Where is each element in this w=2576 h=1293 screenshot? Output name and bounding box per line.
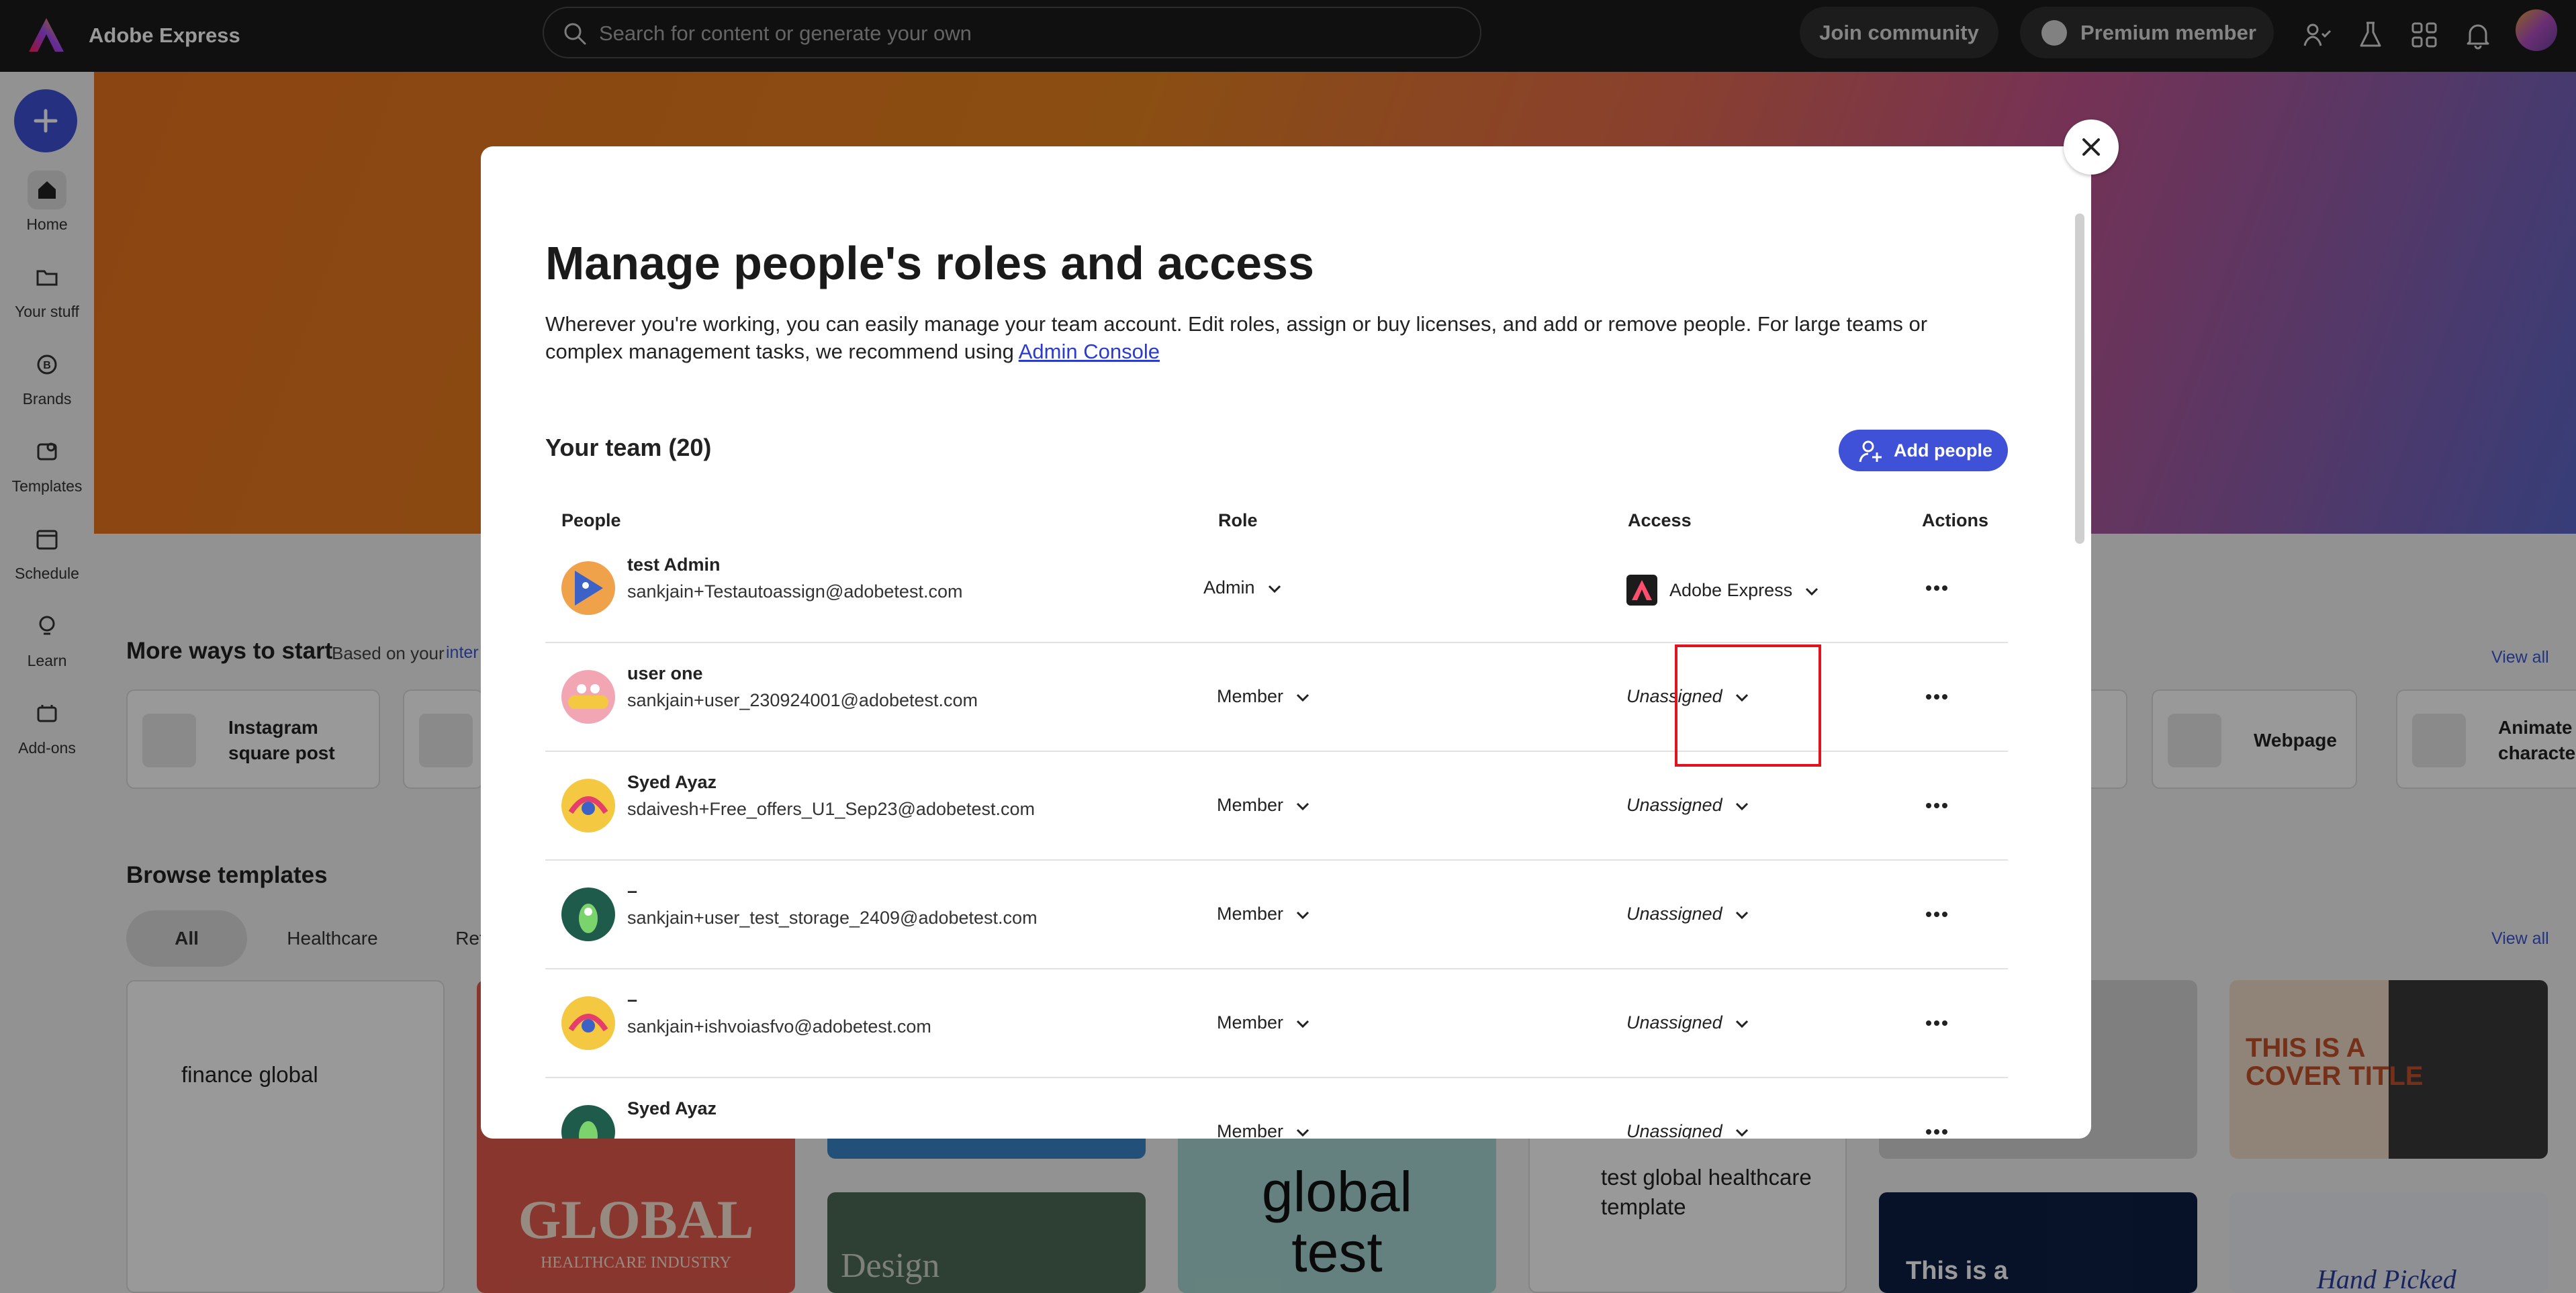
access-dropdown[interactable]: Adobe Express <box>1626 575 1819 607</box>
dialog-description: Wherever you're working, you can easily … <box>545 310 1989 365</box>
dialog-title: Manage people's roles and access <box>545 237 1314 289</box>
person-name: – <box>627 881 638 901</box>
access-dropdown[interactable]: Unassigned <box>1626 794 1749 816</box>
chevron-down-icon <box>1735 1129 1748 1137</box>
close-icon <box>2082 138 2100 156</box>
role-value: Member <box>1217 795 1284 815</box>
more-actions-icon[interactable] <box>1923 1016 1950 1030</box>
role-value: Member <box>1217 904 1284 924</box>
person-email: sankjain+user_test_storage_2409@adobetes… <box>627 908 1038 928</box>
chevron-down-icon <box>1296 911 1309 919</box>
access-value: Unassigned <box>1626 904 1722 924</box>
avatar <box>561 1105 615 1139</box>
more-actions-icon[interactable] <box>1923 1125 1950 1139</box>
more-actions-icon[interactable] <box>1923 581 1950 595</box>
adobe-express-icon <box>1626 575 1657 606</box>
access-dropdown[interactable]: Unassigned <box>1626 1011 1749 1034</box>
role-value: Member <box>1217 686 1284 706</box>
access-dropdown[interactable]: Unassigned <box>1626 1120 1749 1139</box>
person-email: sankjain+ishvoiasfvo@adobetest.com <box>627 1016 931 1037</box>
role-dropdown[interactable]: Member <box>1217 1120 1310 1139</box>
access-value: Adobe Express <box>1669 580 1793 601</box>
chevron-down-icon <box>1296 802 1309 810</box>
table-row: Syed Ayaz Member Unassigned <box>545 1078 2008 1139</box>
person-email: sankjain+Testautoassign@adobetest.com <box>627 581 963 602</box>
role-value: Admin <box>1203 577 1255 597</box>
add-people-label: Add people <box>1894 440 1992 461</box>
person-name: test Admin <box>627 555 721 575</box>
role-dropdown[interactable]: Member <box>1217 794 1310 816</box>
chevron-down-icon <box>1806 587 1819 596</box>
more-actions-icon[interactable] <box>1923 908 1950 921</box>
access-value: Unassigned <box>1626 1012 1722 1033</box>
person-name: Syed Ayaz <box>627 1098 717 1118</box>
role-dropdown[interactable]: Member <box>1217 685 1310 708</box>
avatar <box>561 888 615 941</box>
person-name: – <box>627 990 638 1010</box>
avatar <box>561 670 615 724</box>
person-email: sdaivesh+Free_offers_U1_Sep23@adobetest.… <box>627 799 1036 819</box>
avatar <box>561 996 615 1050</box>
chevron-down-icon <box>1296 693 1309 702</box>
role-value: Member <box>1217 1121 1284 1139</box>
access-value: Unassigned <box>1626 1121 1722 1139</box>
manage-people-dialog: Manage people's roles and access Whereve… <box>481 146 2091 1139</box>
person-name: user one <box>627 663 703 683</box>
dialog-scrollbar[interactable] <box>2075 213 2084 544</box>
admin-console-link[interactable]: Admin Console <box>1019 340 1160 363</box>
avatar <box>561 561 615 615</box>
column-header-actions: Actions <box>1922 510 1989 530</box>
column-header-access: Access <box>1628 510 1692 530</box>
table-row: – sankjain+ishvoiasfvo@adobetest.com Mem… <box>545 969 2008 1078</box>
role-dropdown[interactable]: Member <box>1217 1011 1310 1034</box>
chevron-down-icon <box>1735 802 1748 810</box>
description-text: Wherever you're working, you can easily … <box>545 312 1928 363</box>
role-dropdown[interactable]: Admin <box>1203 576 1282 599</box>
chevron-down-icon <box>1735 911 1748 919</box>
chevron-down-icon <box>1268 585 1281 593</box>
table-row: – sankjain+user_test_storage_2409@adobet… <box>545 861 2008 969</box>
table-row: test Admin sankjain+Testautoassign@adobe… <box>545 534 2008 643</box>
avatar <box>561 779 615 832</box>
chevron-down-icon <box>1296 1020 1309 1028</box>
more-actions-icon[interactable] <box>1923 799 1950 812</box>
role-dropdown[interactable]: Member <box>1217 902 1310 925</box>
add-people-button[interactable]: Add people <box>1839 430 2008 471</box>
access-dropdown[interactable]: Unassigned <box>1626 902 1749 925</box>
more-actions-icon[interactable] <box>1923 690 1950 704</box>
person-email: sankjain+user_230924001@adobetest.com <box>627 690 978 710</box>
access-value: Unassigned <box>1626 795 1722 815</box>
chevron-down-icon <box>1296 1129 1309 1137</box>
role-highlight-box <box>1675 644 1821 767</box>
chevron-down-icon <box>1735 1020 1748 1028</box>
close-dialog-button[interactable] <box>2064 119 2119 175</box>
table-row: Syed Ayaz sdaivesh+Free_offers_U1_Sep23@… <box>545 752 2008 861</box>
column-header-role: Role <box>1218 510 1258 530</box>
role-value: Member <box>1217 1012 1284 1033</box>
team-count-title: Your team (20) <box>545 434 712 461</box>
add-person-icon <box>1859 440 1882 463</box>
column-header-people: People <box>561 510 621 530</box>
person-name: Syed Ayaz <box>627 772 717 792</box>
